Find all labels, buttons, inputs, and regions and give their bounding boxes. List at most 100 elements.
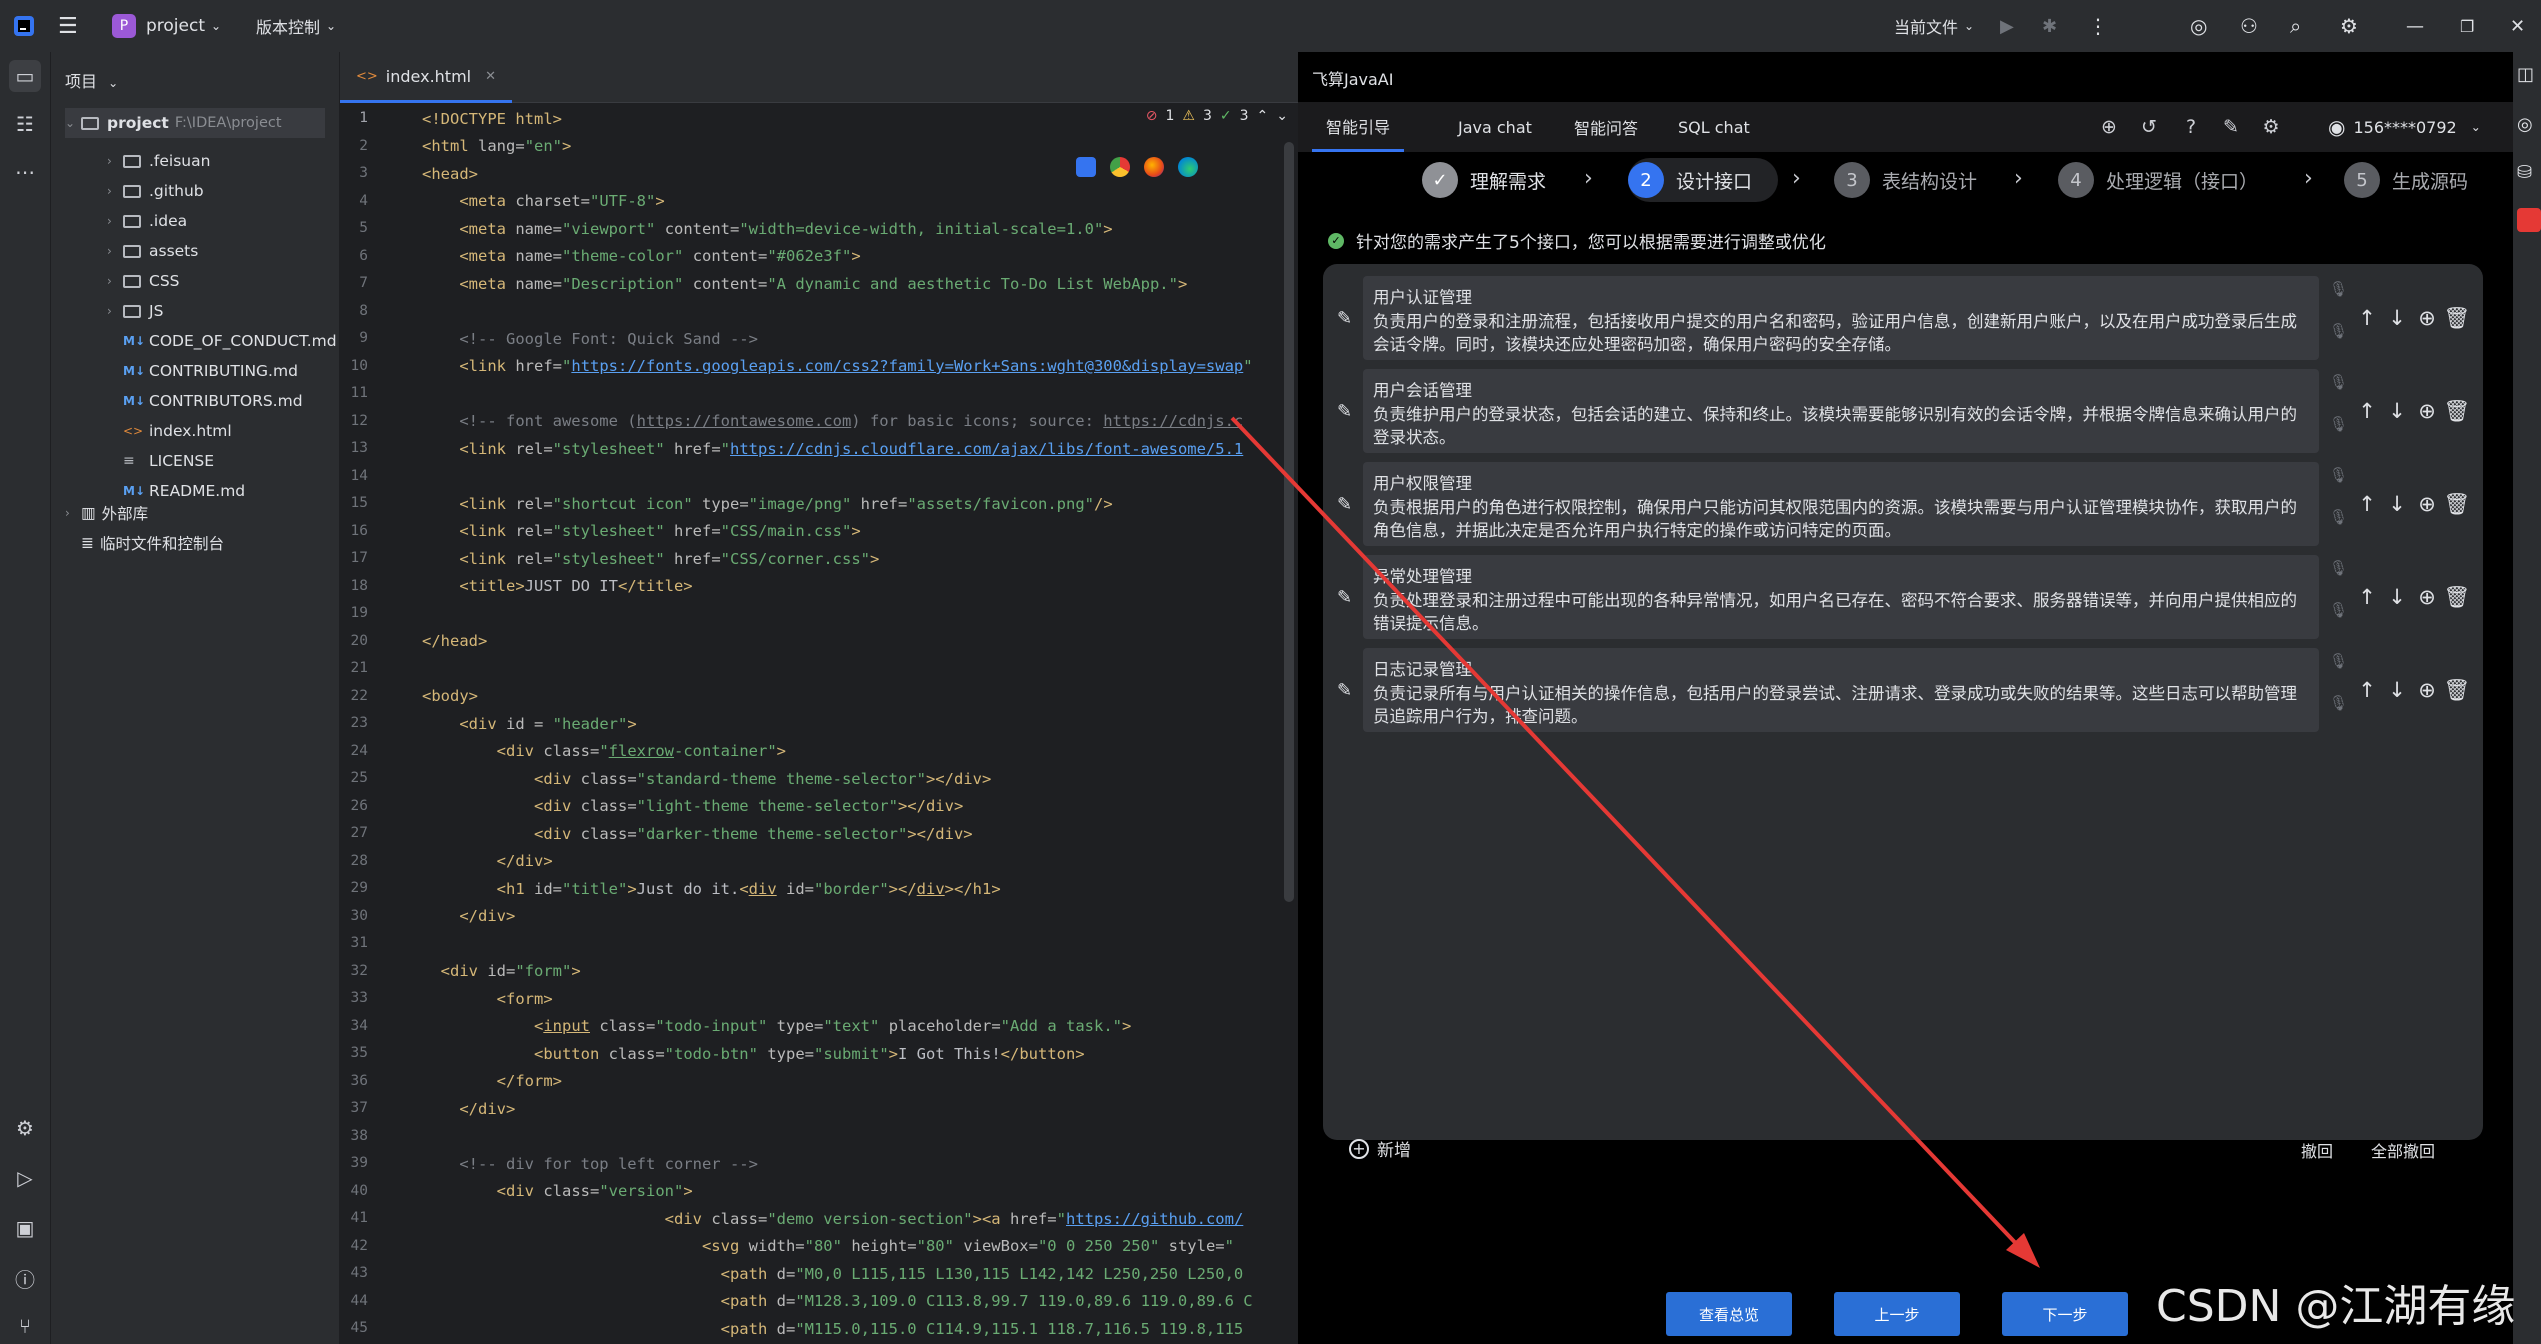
terminal-icon[interactable]: ▣ [9,1212,41,1244]
move-down-icon[interactable]: ↓ [2385,492,2409,516]
edit-icon[interactable]: ✎ [1337,401,1357,422]
run-tool-icon[interactable]: ▷ [9,1162,41,1194]
ai-assistant-icon[interactable]: ◎ [2517,114,2533,135]
insert-plus-icon[interactable]: ⊕ [2415,585,2439,609]
main-menu-icon[interactable]: ☰ [58,0,78,52]
step-3[interactable]: 3 表结构设计 [1834,158,1977,202]
tab-index-html[interactable]: <> index.html ✕ [340,52,513,103]
tab-sql-chat[interactable]: SQL chat [1664,102,1764,152]
interface-card[interactable]: 用户会话管理 负责维护用户的登录状态，包括会话的建立、保持和终止。该模块需要能够识… [1363,369,2319,453]
help-icon[interactable]: ? [2178,114,2204,140]
insert-plus-icon[interactable]: ⊕ [2415,678,2439,702]
git-icon[interactable]: ⑂ [9,1310,41,1342]
debug-icon[interactable]: ✱ [2042,0,2057,52]
move-down-icon[interactable]: ↓ [2385,585,2409,609]
tree-item[interactable]: <> index.html [123,416,232,446]
move-down-icon[interactable]: ↓ [2385,678,2409,702]
move-up-icon[interactable]: ↑ [2355,492,2379,516]
delete-trash-icon[interactable]: 🗑 [2444,678,2471,702]
database-icon[interactable]: ⛁ [2517,162,2532,183]
tree-item[interactable]: ≡ LICENSE [123,446,214,476]
project-switcher[interactable]: P project ⌄ [112,0,221,52]
move-down-icon[interactable]: ↓ [2385,306,2409,330]
tab-smart-guide[interactable]: 智能引导 [1312,102,1405,152]
step-2[interactable]: 2 设计接口 [1628,158,1779,202]
run-icon[interactable]: ▶ [2000,0,2014,52]
move-up-icon[interactable]: ↑ [2355,678,2379,702]
chevron-down-icon[interactable]: ⌄ [1276,108,1288,124]
vcs-menu[interactable]: 版本控制 ⌄ [256,0,336,52]
insert-plus-icon[interactable]: ⊕ [2415,306,2439,330]
edit-icon[interactable]: ✎ [1337,587,1357,608]
project-tool-folder-icon[interactable]: ▭ [9,60,41,92]
search-icon[interactable]: ⌕ [2290,0,2301,52]
delete-trash-icon[interactable]: 🗑 [2444,399,2471,423]
tree-item[interactable]: › .github [107,176,204,206]
project-panel-header[interactable]: 项目 ⌄ [65,68,118,92]
add-user-icon[interactable]: ⚇ [2240,0,2258,52]
tab-java-chat[interactable]: Java chat [1444,102,1546,152]
interface-card[interactable]: 异常处理管理 负责处理登录和注册过程中可能出现的各种异常情况，如用户名已存在、密码… [1363,555,2319,639]
editor-scrollbar[interactable] [1284,142,1294,902]
intellij-browser-icon[interactable] [1076,157,1096,177]
microphone-icon[interactable]: 🎙 [2329,559,2348,579]
edit-icon[interactable]: ✎ [1337,680,1357,701]
undo-all-button[interactable]: 全部撤回 [2371,1138,2435,1162]
interface-card[interactable]: 用户认证管理 负责用户的登录和注册流程，包括接收用户提交的用户名和密码，验证用户信… [1363,276,2319,360]
more-actions-icon[interactable]: ⋮ [2088,0,2108,52]
chevron-up-icon[interactable]: ⌃ [1257,108,1269,124]
edit-icon[interactable]: ✎ [1337,494,1357,515]
intellij-logo-icon[interactable] [12,0,36,52]
structure-icon[interactable]: ☷ [9,108,41,140]
feisuan-plugin-icon[interactable] [2517,208,2541,232]
microphone-icon[interactable]: 🎙 [2329,322,2348,342]
microphone-icon[interactable]: 🎙 [2329,508,2348,528]
insert-plus-icon[interactable]: ⊕ [2415,399,2439,423]
settings-icon[interactable]: ⚙ [2258,114,2284,140]
more-tools-icon[interactable]: ⋯ [9,156,41,188]
microphone-icon[interactable]: 🎙 [2329,694,2348,714]
microphone-icon[interactable]: 🎙 [2329,280,2348,300]
ai-assistant-icon[interactable]: ◎ [2190,0,2207,52]
microphone-icon[interactable]: 🎙 [2329,466,2348,486]
next-step-button[interactable]: 下一步 [2002,1292,2128,1336]
previous-step-button[interactable]: 上一步 [1834,1292,1960,1336]
microphone-icon[interactable]: 🎙 [2329,652,2348,672]
add-interface-button[interactable]: + 新增 [1349,1136,1411,1161]
chrome-icon[interactable] [1110,157,1130,177]
move-up-icon[interactable]: ↑ [2355,585,2379,609]
tree-item[interactable]: › .idea [107,206,187,236]
account-menu[interactable]: ◉ 156****0792 ⌄ [2328,102,2481,152]
services-icon[interactable]: ⚙ [9,1112,41,1144]
edit-icon[interactable]: ✎ [2218,114,2244,140]
tree-item[interactable]: M↓ CODE_OF_CONDUCT.md [123,326,337,356]
delete-trash-icon[interactable]: 🗑 [2444,492,2471,516]
step-1[interactable]: ✓ 理解需求 [1422,158,1546,202]
new-chat-plus-icon[interactable]: ⊕ [2096,114,2122,140]
problems-icon[interactable]: ⓘ [9,1262,41,1294]
move-down-icon[interactable]: ↓ [2385,399,2409,423]
undo-button[interactable]: 撤回 [2301,1138,2333,1162]
edit-icon[interactable]: ✎ [1337,308,1357,329]
step-4[interactable]: 4 处理逻辑（接口） [2058,158,2258,202]
tree-external-libraries[interactable]: › ▥ 外部库 [65,498,148,528]
step-5[interactable]: 5 生成源码 [2344,158,2468,202]
microphone-icon[interactable]: 🎙 [2329,601,2348,621]
tree-item[interactable]: › CSS [107,266,180,296]
tree-item[interactable]: M↓ CONTRIBUTING.md [123,356,298,386]
tree-item[interactable]: › .feisuan [107,146,210,176]
notifications-icon[interactable]: ◫ [2517,64,2534,85]
tree-item[interactable]: M↓ CONTRIBUTORS.md [123,386,303,416]
microphone-icon[interactable]: 🎙 [2329,373,2348,393]
insert-plus-icon[interactable]: ⊕ [2415,492,2439,516]
microphone-icon[interactable]: 🎙 [2329,415,2348,435]
delete-trash-icon[interactable]: 🗑 [2444,306,2471,330]
firefox-icon[interactable] [1144,157,1164,177]
restore-icon[interactable]: ❐ [2460,0,2474,52]
delete-trash-icon[interactable]: 🗑 [2444,585,2471,609]
close-icon[interactable]: ✕ [485,69,496,84]
gear-icon[interactable]: ⚙ [2340,0,2358,52]
inspection-widget[interactable]: ⊘ 1 ⚠ 3 ✓ 3 ⌃ ⌄ [1146,108,1288,124]
interface-card[interactable]: 日志记录管理 负责记录所有与用户认证相关的操作信息，包括用户的登录尝试、注册请求、… [1363,648,2319,732]
code-area[interactable]: <!DOCTYPE html> <html lang="en"> <head> … [422,102,1298,1344]
